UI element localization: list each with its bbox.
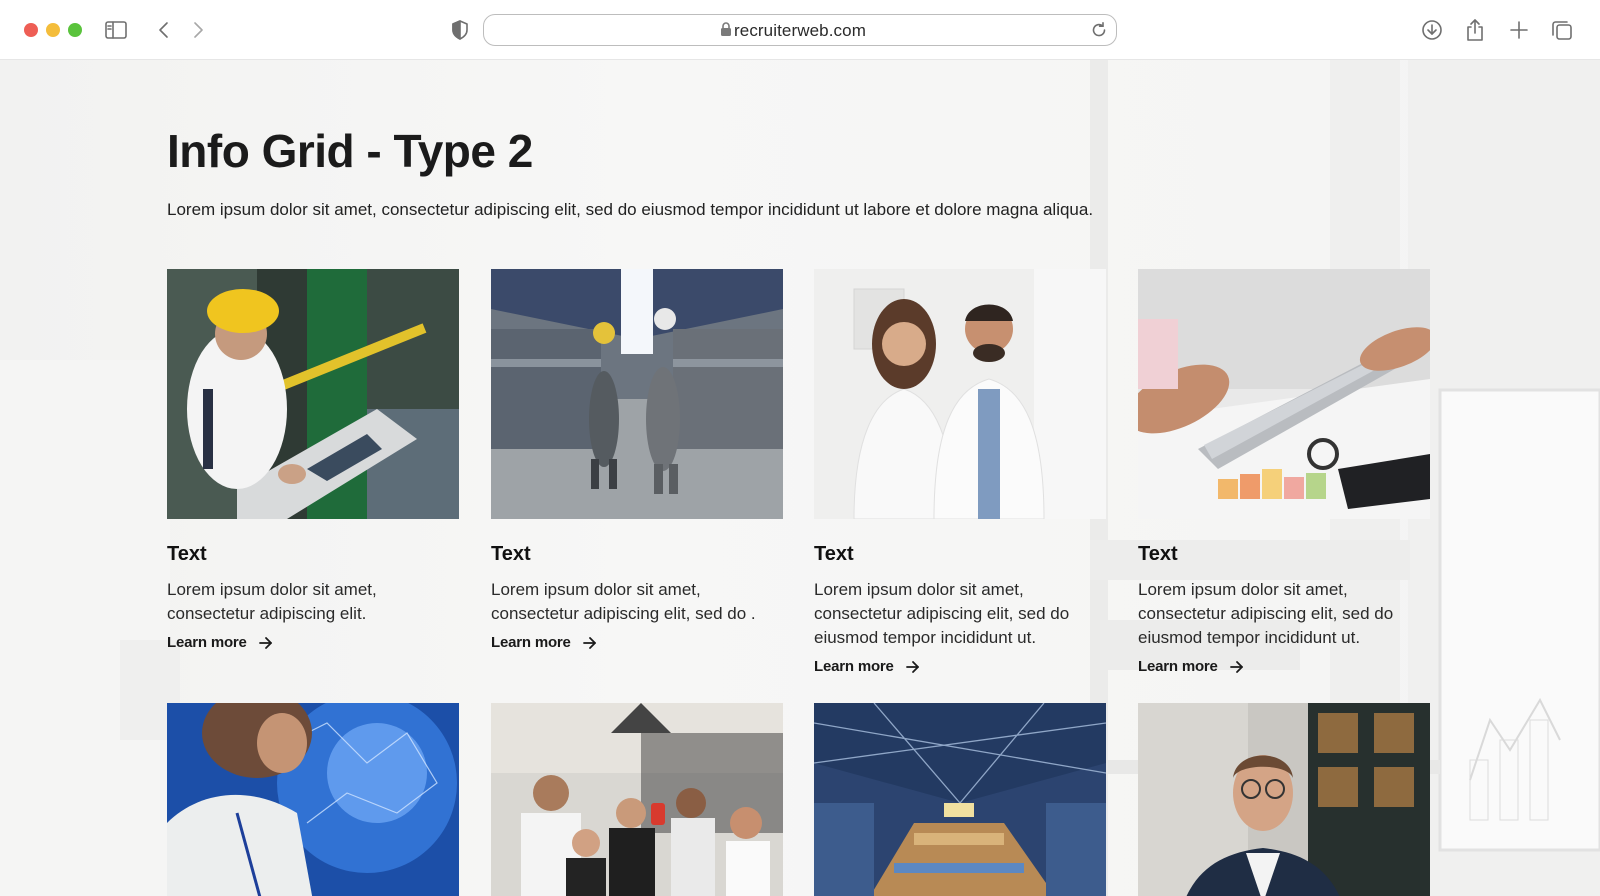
minimize-window-button[interactable]	[46, 23, 60, 37]
page-subtitle: Lorem ipsum dolor sit amet, consectetur …	[167, 200, 1094, 219]
learn-more-link[interactable]: Learn more	[491, 634, 783, 651]
card-text: Lorem ipsum dolor sit amet, consectetur …	[491, 580, 756, 623]
info-card: Text Lorem ipsum dolor sit amet, consect…	[1138, 269, 1430, 675]
forward-icon[interactable]	[186, 18, 210, 42]
arrow-right-icon	[258, 636, 272, 649]
card-image	[814, 269, 1106, 519]
page-title: Info Grid - Type 2	[167, 125, 533, 177]
share-icon[interactable]	[1463, 18, 1487, 42]
arrow-right-icon	[1229, 660, 1243, 673]
card-image	[1138, 269, 1430, 519]
download-icon[interactable]	[1420, 18, 1444, 42]
card-image	[167, 703, 459, 896]
card-text: Lorem ipsum dolor sit amet, consectetur …	[167, 580, 377, 623]
learn-more-link[interactable]: Learn more	[814, 658, 1106, 675]
learn-more-label: Learn more	[167, 634, 247, 651]
card-title: Text	[167, 543, 207, 565]
learn-more-label: Learn more	[814, 658, 894, 675]
sidebar-toggle-icon[interactable]	[104, 18, 128, 42]
card-title: Text	[1138, 543, 1178, 565]
card-image	[491, 269, 783, 519]
back-icon[interactable]	[152, 18, 176, 42]
card-image	[491, 703, 783, 896]
info-card: Text Lorem ipsum dolor sit amet, consect…	[491, 269, 783, 651]
tab-overview-icon[interactable]	[1550, 18, 1574, 42]
info-card: Text Lorem ipsum dolor sit amet, consect…	[167, 269, 459, 651]
learn-more-link[interactable]: Learn more	[167, 634, 459, 651]
card-title: Text	[491, 543, 531, 565]
arrow-right-icon	[582, 636, 596, 649]
new-tab-icon[interactable]	[1507, 18, 1531, 42]
learn-more-link[interactable]: Learn more	[1138, 658, 1430, 675]
url-text: recruiterweb.com	[734, 21, 866, 40]
reload-icon[interactable]	[1090, 21, 1108, 44]
card-image	[1138, 703, 1430, 896]
info-card: Text Lorem ipsum dolor sit amet, consect…	[814, 269, 1106, 675]
close-window-button[interactable]	[24, 23, 38, 37]
learn-more-label: Learn more	[491, 634, 571, 651]
arrow-right-icon	[905, 660, 919, 673]
card-title: Text	[814, 543, 854, 565]
zoom-window-button[interactable]	[68, 23, 82, 37]
browser-toolbar: recruiterweb.com	[0, 0, 1600, 60]
card-image	[167, 269, 459, 519]
address-bar[interactable]: recruiterweb.com	[483, 14, 1117, 46]
privacy-shield-icon[interactable]	[448, 18, 472, 42]
learn-more-label: Learn more	[1138, 658, 1218, 675]
card-text: Lorem ipsum dolor sit amet, consectetur …	[1138, 580, 1394, 647]
card-image	[814, 703, 1106, 896]
page-content: Info Grid - Type 2 Lorem ipsum dolor sit…	[0, 60, 1600, 896]
card-text: Lorem ipsum dolor sit amet, consectetur …	[814, 580, 1070, 647]
